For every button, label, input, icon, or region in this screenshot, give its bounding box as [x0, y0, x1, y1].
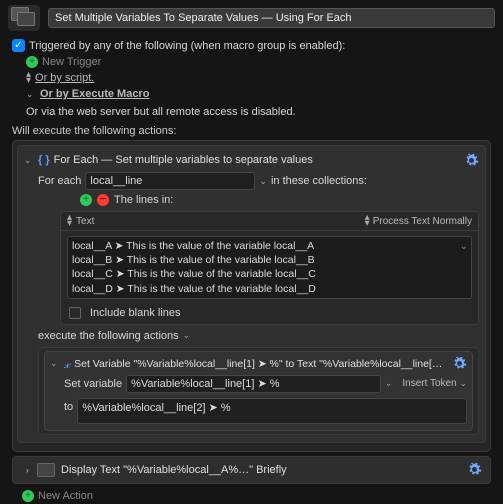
to-label: to [64, 398, 73, 413]
foreach-variable-input[interactable] [85, 172, 255, 190]
setvar-title: Set Variable "%Variable%local__line[1] ➤… [74, 358, 447, 370]
foreach-disclose[interactable]: ⌄ [24, 155, 34, 166]
web-server-note: Or via the web server but all remote acc… [26, 106, 296, 118]
add-collection-button[interactable]: + [80, 194, 92, 206]
actions-container: ⌄ { } For Each — Set multiple variables … [12, 140, 491, 452]
macro-icon [8, 5, 40, 31]
display-text-action[interactable]: ⌄ Display Text "%Variable%local__A%…" Br… [12, 456, 491, 484]
or-script-label: Or by script. [35, 72, 94, 84]
sort-icon[interactable]: ▴▾ [365, 215, 370, 227]
chevron-down-icon[interactable]: ⌄ [385, 378, 393, 389]
actions-header: Will execute the following actions: [12, 125, 495, 137]
include-blank-label: Include blank lines [90, 307, 181, 319]
new-trigger-label: New Trigger [42, 56, 101, 68]
gear-icon[interactable] [451, 356, 467, 372]
foreach-label: For each [38, 175, 81, 187]
lines-in-label: The lines in: [114, 194, 173, 206]
setvar-action[interactable]: ⌄ 𝓍 Set Variable "%Variable%local__line[… [44, 351, 473, 431]
remove-collection-button[interactable]: − [97, 194, 109, 206]
lines-textarea[interactable]: ⌄ local__A ➤ This is the value of the va… [67, 236, 472, 299]
expand-icon[interactable]: ⌄ [460, 240, 468, 254]
execute-actions-label: execute the following actions [38, 330, 179, 342]
chevron-down-icon[interactable]: ⌄ [183, 330, 191, 341]
process-text-label[interactable]: Process Text Normally [373, 216, 472, 227]
sort-icon[interactable]: ▴▾ [67, 215, 72, 227]
display-disclose[interactable]: ⌄ [21, 465, 32, 475]
gear-icon[interactable] [463, 152, 479, 168]
foreach-title: For Each — Set multiple variables to sep… [54, 154, 313, 166]
collection-box: ▴▾ Text ▴▾ Process Text Normally ⌄ local… [60, 211, 479, 325]
display-title: Display Text "%Variable%local__A%…" Brie… [61, 464, 287, 476]
or-execute-macro[interactable]: Or by Execute Macro [40, 88, 149, 100]
include-blank-checkbox[interactable] [69, 307, 81, 319]
collection-text-label: Text [76, 216, 94, 227]
in-collections-label: in these collections: [271, 175, 367, 187]
macro-title-input[interactable] [48, 8, 495, 28]
gear-icon[interactable] [466, 462, 482, 478]
display-icon [37, 463, 55, 477]
setvar-disclose[interactable]: ⌄ [50, 358, 60, 369]
triggers-checkbox[interactable]: ✓ [12, 39, 25, 52]
braces-icon: { } [38, 154, 50, 166]
triggers-label: Triggered by any of the following (when … [29, 40, 345, 52]
variable-icon: 𝓍 [64, 356, 70, 372]
foreach-action[interactable]: ⌄ { } For Each — Set multiple variables … [17, 145, 486, 443]
insert-token-button[interactable]: Insert Token ⌄ [402, 378, 467, 389]
set-variable-label: Set variable [64, 378, 122, 390]
set-variable-name-input[interactable] [126, 375, 381, 393]
sort-icon: ▴▾ [26, 72, 31, 84]
chevron-down-icon[interactable]: ⌄ [26, 89, 36, 100]
add-trigger-button[interactable]: + [26, 56, 38, 68]
nested-actions: ⌄ 𝓍 Set Variable "%Variable%local__line[… [38, 347, 479, 435]
to-text-input[interactable]: %Variable%local__line[2] ➤ % [77, 398, 467, 424]
chevron-down-icon[interactable]: ⌄ [259, 176, 267, 187]
